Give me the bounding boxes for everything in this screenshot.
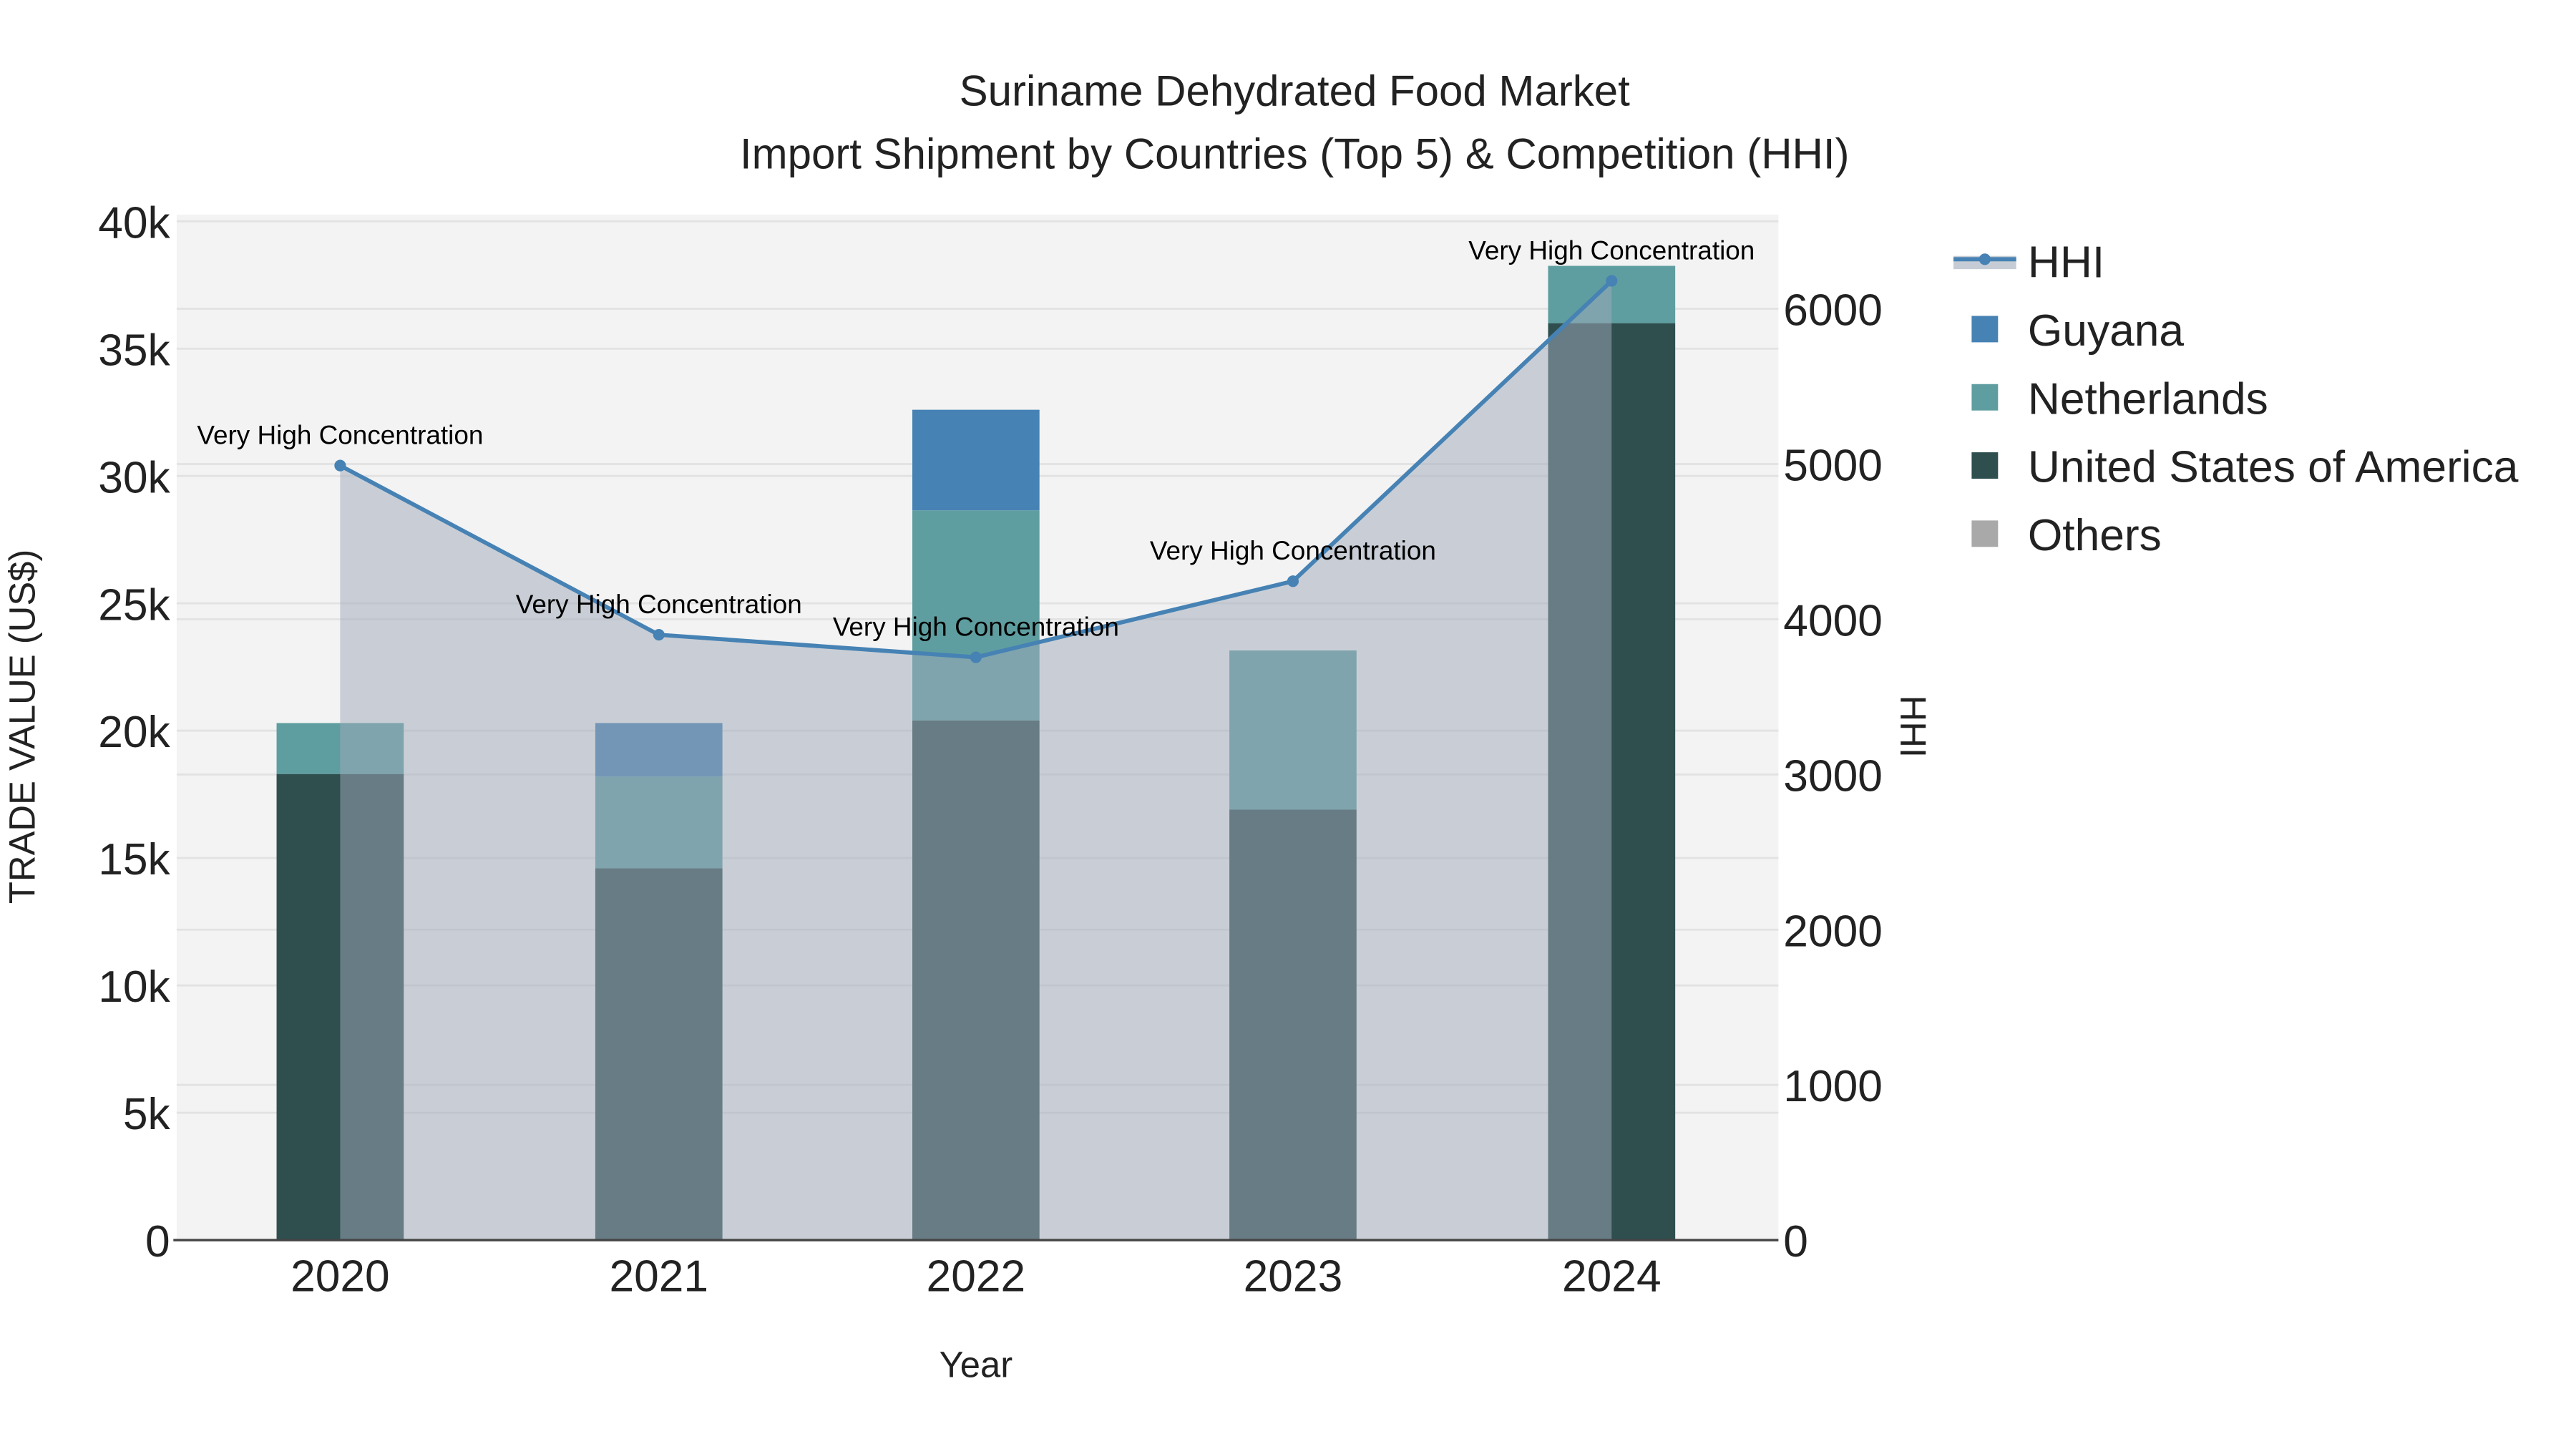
y-tick-label: 20k bbox=[98, 708, 170, 757]
y-axis-label: TRADE VALUE (US$) bbox=[1, 550, 42, 904]
y2-tick-label: 6000 bbox=[1783, 286, 1883, 336]
chart: Suriname Dehydrated Food Market Import S… bbox=[1, 67, 2519, 1385]
chart-subtitle: Import Shipment by Countries (Top 5) & C… bbox=[740, 130, 1850, 177]
hhi-annotation: Very High Concentration bbox=[1468, 235, 1755, 265]
x-tick-label: 2023 bbox=[1244, 1252, 1343, 1302]
y-tick-label: 10k bbox=[98, 962, 170, 1012]
hhi-annotation: Very High Concentration bbox=[516, 590, 802, 619]
y2-axis-label: HHI bbox=[1893, 696, 1933, 758]
y-tick-label: 15k bbox=[98, 835, 170, 884]
legend-swatch bbox=[1971, 316, 1999, 343]
y2-tick-label: 1000 bbox=[1783, 1062, 1883, 1111]
y2-tick-label: 4000 bbox=[1783, 596, 1883, 645]
y-tick-label: 0 bbox=[145, 1217, 170, 1267]
x-axis-label: Year bbox=[940, 1345, 1013, 1385]
y-tick-label: 35k bbox=[98, 326, 170, 375]
legend-item[interactable]: HHI bbox=[2028, 238, 2104, 288]
hhi-annotation: Very High Concentration bbox=[833, 613, 1119, 642]
hhi-annotation: Very High Concentration bbox=[1150, 536, 1436, 565]
y-tick-label: 30k bbox=[98, 453, 170, 502]
y2-tick-label: 3000 bbox=[1783, 751, 1883, 801]
y2-tick-label: 5000 bbox=[1783, 441, 1883, 491]
legend-item[interactable]: Others bbox=[2028, 511, 2162, 560]
x-tick-label: 2024 bbox=[1562, 1252, 1662, 1302]
x-tick-label: 2022 bbox=[927, 1252, 1026, 1302]
legend-item[interactable]: Guyana bbox=[2028, 306, 2185, 356]
chart-title: Suriname Dehydrated Food Market bbox=[960, 67, 1630, 115]
bar-guyana-2022 bbox=[912, 409, 1040, 511]
hhi-point bbox=[1606, 275, 1618, 287]
x-tick-label: 2020 bbox=[291, 1252, 390, 1302]
hhi-annotation: Very High Concentration bbox=[197, 421, 483, 450]
legend: HHI Guyana Netherlands United States of Ame… bbox=[1953, 238, 2519, 560]
y-tick-label: 40k bbox=[98, 198, 170, 248]
legend-swatch bbox=[1971, 384, 1999, 411]
y2-tick-label: 0 bbox=[1783, 1217, 1808, 1267]
y2-tick-label: 2000 bbox=[1783, 907, 1883, 956]
legend-marker-hhi bbox=[1979, 253, 1991, 265]
hhi-point bbox=[970, 651, 982, 663]
x-tick-label: 2021 bbox=[609, 1252, 708, 1302]
y-tick-label: 25k bbox=[98, 580, 170, 630]
legend-item[interactable]: United States of America bbox=[2028, 443, 2519, 492]
y-tick-label: 5k bbox=[123, 1090, 171, 1139]
legend-swatch bbox=[1971, 452, 1999, 479]
legend-swatch bbox=[1971, 520, 1999, 547]
hhi-point bbox=[1287, 575, 1299, 587]
hhi-point bbox=[653, 629, 665, 641]
legend-item[interactable]: Netherlands bbox=[2028, 374, 2268, 424]
hhi-point bbox=[334, 459, 346, 472]
